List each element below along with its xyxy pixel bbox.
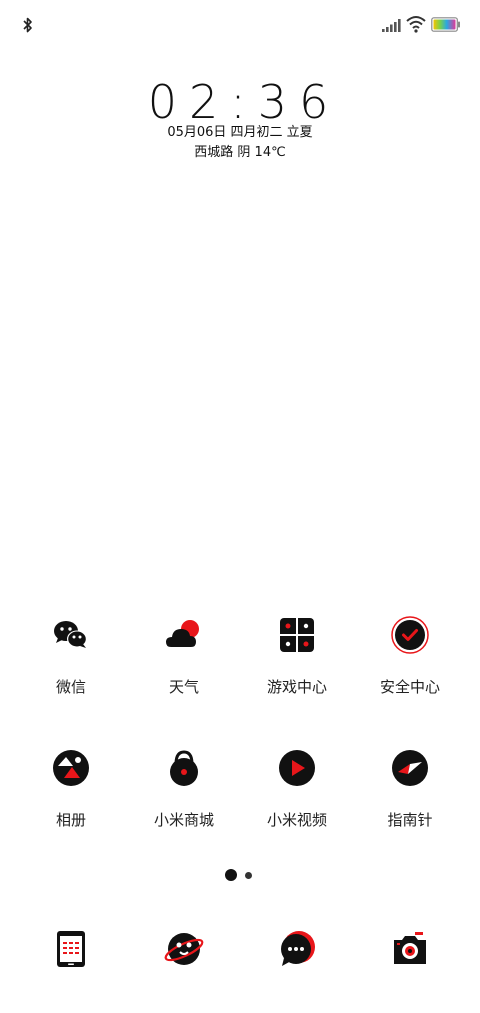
dock-app-camera[interactable] xyxy=(350,928,470,970)
app-label: 天气 xyxy=(168,678,199,696)
page-dot-active[interactable] xyxy=(225,869,237,881)
dock-app-browser[interactable] xyxy=(124,928,244,970)
mi-video-icon xyxy=(279,750,315,786)
browser-icon xyxy=(164,933,204,965)
app-gallery[interactable]: 相册 xyxy=(11,748,131,830)
app-label: 微信 xyxy=(55,678,86,696)
game-center-icon xyxy=(280,618,314,652)
dock-app-messages[interactable] xyxy=(237,928,357,970)
app-compass[interactable]: 指南针 xyxy=(350,748,470,830)
app-security-center[interactable]: 安全中心 xyxy=(350,615,470,697)
page-indicator[interactable] xyxy=(0,868,480,882)
messages-icon xyxy=(281,931,315,966)
camera-icon xyxy=(394,932,426,964)
dock-app-calculator[interactable] xyxy=(11,928,131,970)
cell-signal-icon xyxy=(382,19,401,32)
app-mi-store[interactable]: 小米商城 xyxy=(124,748,244,830)
bluetooth-icon xyxy=(23,17,32,33)
app-label: 游戏中心 xyxy=(266,678,327,696)
security-center-icon xyxy=(391,616,429,654)
wifi-icon xyxy=(406,16,426,33)
app-game-center[interactable]: 游戏中心 xyxy=(237,615,357,697)
calculator-icon xyxy=(57,931,85,967)
app-label: 小米视频 xyxy=(266,811,327,829)
battery-icon xyxy=(431,17,460,32)
dock xyxy=(0,928,480,972)
app-label: 指南针 xyxy=(387,811,433,829)
status-bar xyxy=(0,0,480,50)
app-weather[interactable]: 天气 xyxy=(124,615,244,697)
page-dot[interactable] xyxy=(245,872,252,879)
wechat-icon xyxy=(54,621,87,648)
app-label: 小米商城 xyxy=(153,811,214,829)
gallery-icon xyxy=(53,750,89,786)
app-wechat[interactable]: 微信 xyxy=(11,615,131,697)
app-label: 相册 xyxy=(55,811,86,829)
date-label[interactable]: 05月06日 四月初二 立夏 xyxy=(0,124,480,142)
clock-time[interactable]: 02:36 xyxy=(0,76,480,128)
compass-icon xyxy=(392,750,428,786)
app-mi-video[interactable]: 小米视频 xyxy=(237,748,357,830)
weather-summary[interactable]: 西城路 阴 14℃ xyxy=(0,144,480,162)
weather-icon xyxy=(166,620,199,647)
mi-store-icon xyxy=(170,750,198,786)
app-label: 安全中心 xyxy=(379,678,440,696)
